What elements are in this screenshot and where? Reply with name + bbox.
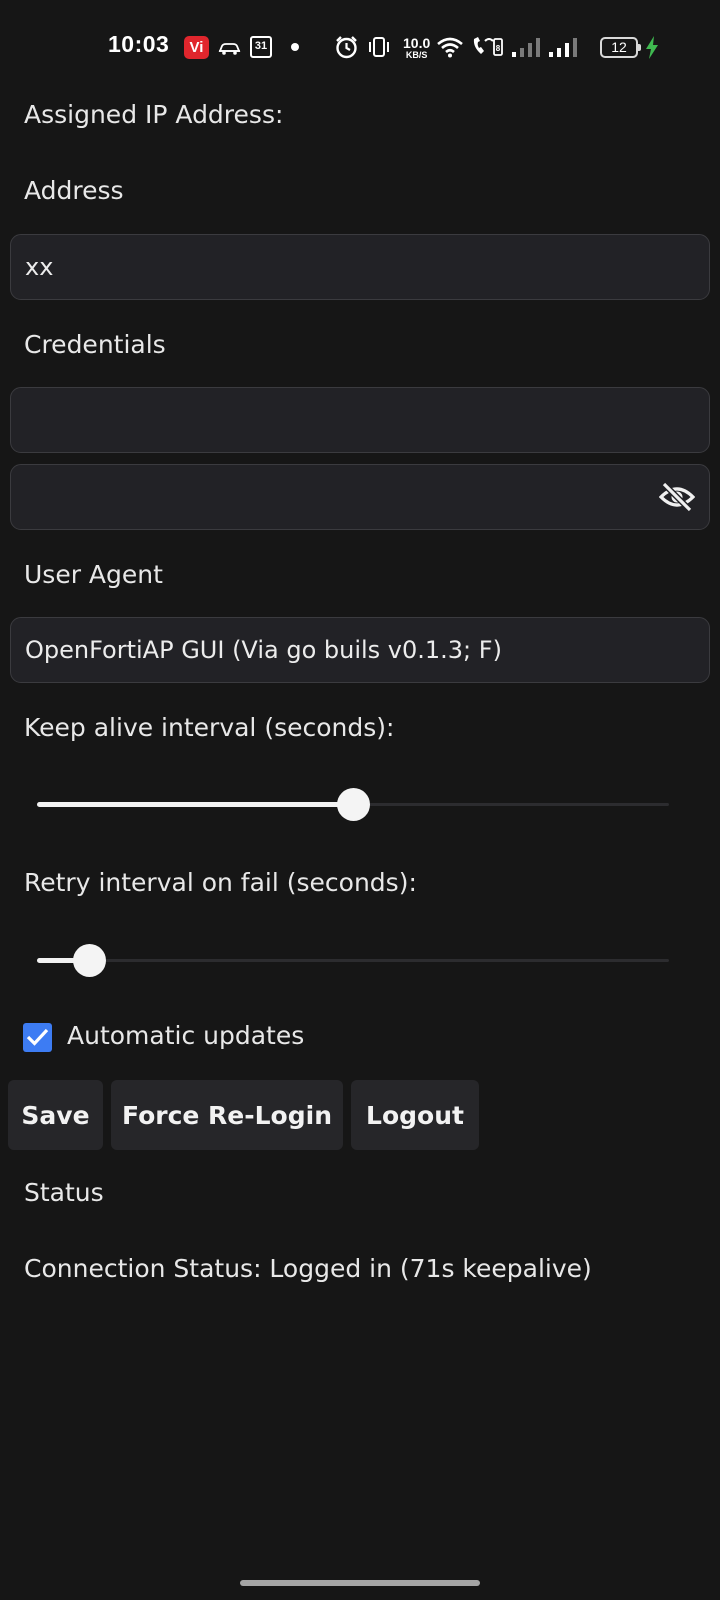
alarm-icon: [336, 36, 357, 59]
battery-level: 12: [611, 39, 627, 55]
status-bar: 10:03 Vi 31 10.0 KB/S 8 12: [0, 0, 720, 96]
eye-off-icon[interactable]: [659, 481, 695, 513]
address-field[interactable]: [10, 234, 710, 300]
vibrate-icon: [369, 37, 389, 57]
car-icon: [218, 43, 241, 55]
signal-sim1-icon: [512, 38, 540, 57]
signal-sim2-icon: [549, 38, 577, 57]
password-input[interactable]: [25, 465, 645, 529]
battery-icon: 12: [600, 37, 641, 58]
retry-slider-thumb[interactable]: [73, 944, 107, 977]
save-button[interactable]: Save: [8, 1080, 103, 1150]
address-label: Address: [24, 176, 124, 205]
network-speed-value: 10.0: [403, 35, 431, 51]
dot-icon: [291, 43, 299, 51]
logout-button[interactable]: Logout: [351, 1080, 479, 1150]
username-input[interactable]: [25, 388, 645, 452]
keepalive-slider-thumb[interactable]: [337, 788, 370, 821]
password-field[interactable]: [10, 464, 710, 530]
keepalive-label: Keep alive interval (seconds):: [24, 713, 395, 742]
keepalive-slider-fill: [37, 802, 353, 807]
home-indicator[interactable]: [240, 1580, 480, 1586]
username-field[interactable]: [10, 387, 710, 453]
keepalive-slider[interactable]: [37, 786, 669, 822]
user-agent-input[interactable]: [25, 618, 645, 682]
checkmark-icon: [26, 1028, 49, 1046]
credentials-label: Credentials: [24, 330, 166, 359]
auto-updates-label[interactable]: Automatic updates: [67, 1021, 304, 1050]
network-speed: 10.0 KB/S: [403, 36, 430, 60]
address-input[interactable]: [25, 235, 645, 299]
clock: 10:03: [108, 31, 170, 57]
wifi-icon: [437, 37, 463, 58]
user-agent-field[interactable]: [10, 617, 710, 683]
calendar-icon: 31: [250, 36, 272, 58]
charging-bolt-icon: [646, 36, 658, 59]
network-speed-unit: KB/S: [405, 50, 428, 60]
force-relogin-button[interactable]: Force Re-Login: [111, 1080, 343, 1150]
connection-status-text: Connection Status: Logged in (71s keepal…: [24, 1254, 592, 1283]
user-agent-label: User Agent: [24, 560, 163, 589]
calendar-day: 31: [254, 40, 268, 52]
volte-call-icon: 8: [473, 37, 503, 56]
assigned-ip-label: Assigned IP Address:: [24, 100, 284, 129]
svg-text:8: 8: [496, 44, 501, 53]
vi-app-icon: Vi: [184, 36, 209, 59]
status-heading: Status: [24, 1178, 104, 1207]
retry-slider-track[interactable]: [37, 959, 669, 962]
retry-label: Retry interval on fail (seconds):: [24, 868, 417, 897]
retry-slider[interactable]: [37, 942, 669, 978]
auto-updates-checkbox[interactable]: [23, 1023, 52, 1052]
